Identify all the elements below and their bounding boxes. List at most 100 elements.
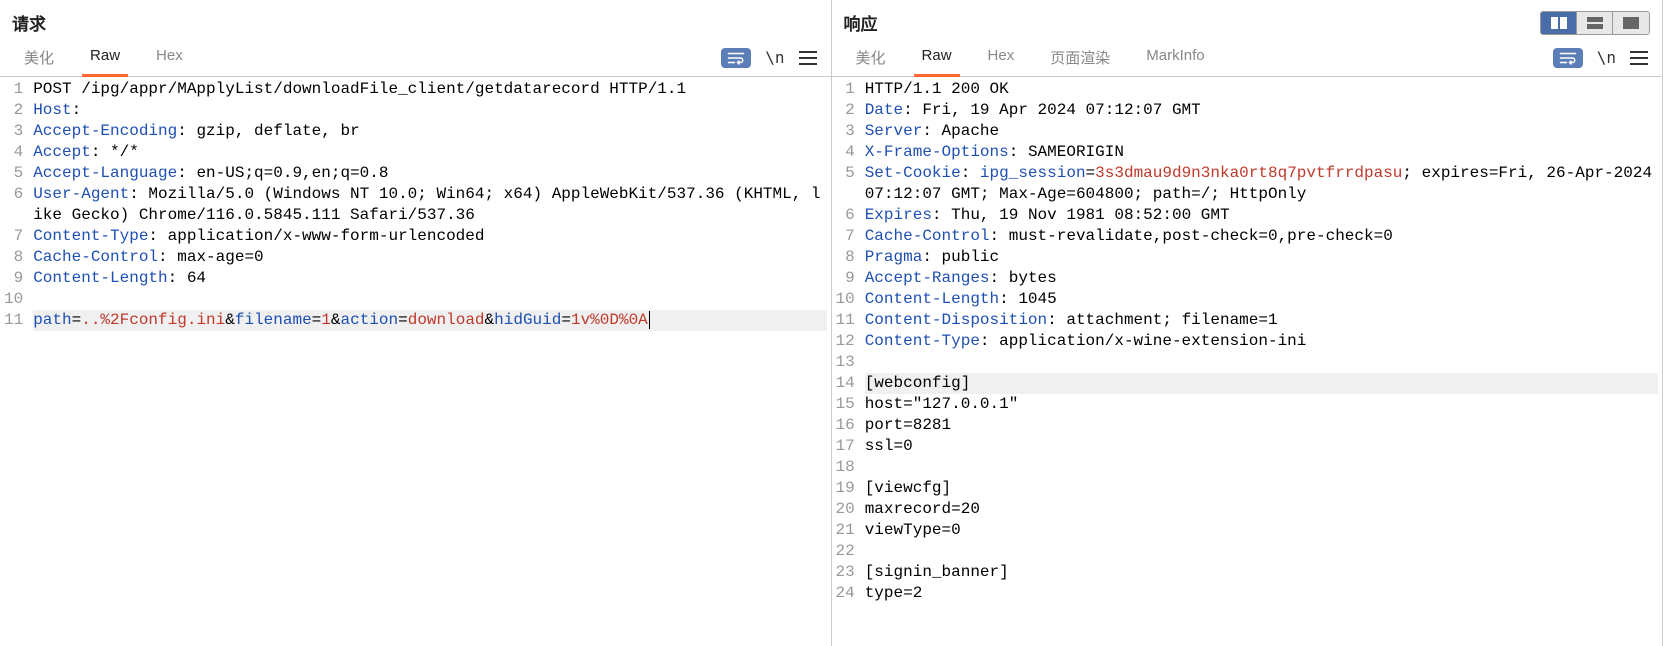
code-line[interactable]: Cache-Control: max-age=0 xyxy=(33,247,826,268)
line-number: 1 xyxy=(836,79,855,100)
line-number: 3 xyxy=(836,121,855,142)
line-number: 5 xyxy=(4,163,23,184)
tab-页面渲染[interactable]: 页面渲染 xyxy=(1034,39,1126,76)
code-line[interactable]: Accept-Encoding: gzip, deflate, br xyxy=(33,121,826,142)
code-line[interactable]: Accept-Language: en-US;q=0.9,en;q=0.8 xyxy=(33,163,826,184)
menu-icon[interactable] xyxy=(1630,51,1648,65)
tab-raw[interactable]: Raw xyxy=(74,39,136,76)
line-number: 8 xyxy=(4,247,23,268)
line-number: 6 xyxy=(836,205,855,226)
code-line[interactable]: Host: xyxy=(33,100,826,121)
line-number: 11 xyxy=(4,310,23,331)
code-line[interactable]: [signin_banner] xyxy=(865,562,1658,583)
request-tab-actions: \n xyxy=(721,48,822,68)
line-number: 12 xyxy=(836,331,855,352)
tab-hex[interactable]: Hex xyxy=(140,39,199,76)
code-line[interactable]: maxrecord=20 xyxy=(865,499,1658,520)
tab-markinfo[interactable]: MarkInfo xyxy=(1130,39,1220,76)
code-line[interactable]: Content-Length: 1045 xyxy=(865,289,1658,310)
code-line[interactable]: Accept: */* xyxy=(33,142,826,163)
line-number: 9 xyxy=(836,268,855,289)
request-panel: 请求 美化RawHex \n 1234567891011 POST /ipg/a… xyxy=(0,0,832,646)
line-number: 24 xyxy=(836,583,855,604)
code-line[interactable]: Date: Fri, 19 Apr 2024 07:12:07 GMT xyxy=(865,100,1658,121)
code-line[interactable]: host="127.0.0.1" xyxy=(865,394,1658,415)
code-line[interactable]: ssl=0 xyxy=(865,436,1658,457)
line-number: 10 xyxy=(836,289,855,310)
response-header: 响应 xyxy=(832,0,1663,39)
code-line[interactable]: port=8281 xyxy=(865,415,1658,436)
code-line[interactable]: type=2 xyxy=(865,583,1658,604)
code-line[interactable]: viewType=0 xyxy=(865,520,1658,541)
code-line[interactable]: Content-Length: 64 xyxy=(33,268,826,289)
code-line[interactable]: Set-Cookie: ipg_session=3s3dmau9d9n3nka0… xyxy=(865,163,1658,205)
code-line[interactable]: POST /ipg/appr/MApplyList/downloadFile_c… xyxy=(33,79,826,100)
line-number: 17 xyxy=(836,436,855,457)
wrap-lines-icon[interactable] xyxy=(721,48,751,68)
code-line[interactable]: Expires: Thu, 19 Nov 1981 08:52:00 GMT xyxy=(865,205,1658,226)
newline-toggle-icon[interactable]: \n xyxy=(765,48,784,67)
line-number: 4 xyxy=(4,142,23,163)
code-line[interactable]: User-Agent: Mozilla/5.0 (Windows NT 10.0… xyxy=(33,184,826,226)
response-tab-row: 美化RawHex页面渲染MarkInfo \n xyxy=(832,39,1663,77)
code-line[interactable]: HTTP/1.1 200 OK xyxy=(865,79,1658,100)
code-line[interactable]: Pragma: public xyxy=(865,247,1658,268)
line-number: 4 xyxy=(836,142,855,163)
layout-vertical-button[interactable] xyxy=(1577,12,1613,34)
tab-美化[interactable]: 美化 xyxy=(840,39,902,76)
tab-hex[interactable]: Hex xyxy=(972,39,1031,76)
layout-toggle xyxy=(1540,11,1650,35)
tab-raw[interactable]: Raw xyxy=(906,39,968,76)
line-number: 7 xyxy=(4,226,23,247)
request-tab-row: 美化RawHex \n xyxy=(0,39,831,77)
request-editor[interactable]: 1234567891011 POST /ipg/appr/MApplyList/… xyxy=(0,77,831,646)
response-tabs: 美化RawHex页面渲染MarkInfo xyxy=(840,39,1221,76)
code-line[interactable] xyxy=(865,457,1658,478)
line-number: 5 xyxy=(836,163,855,205)
tab-美化[interactable]: 美化 xyxy=(8,39,70,76)
code-line[interactable]: [webconfig] xyxy=(865,373,1658,394)
request-header: 请求 xyxy=(0,0,831,39)
line-number: 18 xyxy=(836,457,855,478)
code-line[interactable]: path=..%2Fconfig.ini&filename=1&action=d… xyxy=(33,310,826,331)
response-code[interactable]: HTTP/1.1 200 OKDate: Fri, 19 Apr 2024 07… xyxy=(861,77,1662,646)
line-number: 22 xyxy=(836,541,855,562)
line-number: 19 xyxy=(836,478,855,499)
line-number: 2 xyxy=(836,100,855,121)
code-line[interactable]: X-Frame-Options: SAMEORIGIN xyxy=(865,142,1658,163)
code-line[interactable] xyxy=(865,541,1658,562)
layout-single-button[interactable] xyxy=(1613,12,1649,34)
request-title: 请求 xyxy=(12,6,46,39)
layout-horizontal-button[interactable] xyxy=(1541,12,1577,34)
response-panel: 响应 美化RawHex页面渲染MarkInfo \n 12 345678910 1 xyxy=(832,0,1663,646)
code-line[interactable]: Accept-Ranges: bytes xyxy=(865,268,1658,289)
line-number: 13 xyxy=(836,352,855,373)
line-number: 11 xyxy=(836,310,855,331)
line-number: 7 xyxy=(836,226,855,247)
line-number: 23 xyxy=(836,562,855,583)
line-number: 21 xyxy=(836,520,855,541)
line-number: 6 xyxy=(4,184,23,226)
code-line[interactable]: Content-Type: application/x-www-form-url… xyxy=(33,226,826,247)
response-title: 响应 xyxy=(844,6,878,39)
code-line[interactable]: Server: Apache xyxy=(865,121,1658,142)
code-line[interactable]: Cache-Control: must-revalidate,post-chec… xyxy=(865,226,1658,247)
response-tab-actions: \n xyxy=(1553,48,1654,68)
line-number: 16 xyxy=(836,415,855,436)
code-line[interactable] xyxy=(865,352,1658,373)
line-number: 3 xyxy=(4,121,23,142)
text-cursor xyxy=(649,311,650,329)
request-tabs: 美化RawHex xyxy=(8,39,199,76)
line-number: 9 xyxy=(4,268,23,289)
newline-toggle-icon[interactable]: \n xyxy=(1597,48,1616,67)
request-code[interactable]: POST /ipg/appr/MApplyList/downloadFile_c… xyxy=(29,77,830,646)
code-line[interactable]: [viewcfg] xyxy=(865,478,1658,499)
wrap-lines-icon[interactable] xyxy=(1553,48,1583,68)
code-line[interactable] xyxy=(33,289,826,310)
response-editor[interactable]: 123456789101112131415161718192021222324 … xyxy=(832,77,1663,646)
code-line[interactable]: Content-Type: application/x-wine-extensi… xyxy=(865,331,1658,352)
menu-icon[interactable] xyxy=(799,51,817,65)
code-line[interactable]: Content-Disposition: attachment; filenam… xyxy=(865,310,1658,331)
line-number: 8 xyxy=(836,247,855,268)
line-number: 2 xyxy=(4,100,23,121)
